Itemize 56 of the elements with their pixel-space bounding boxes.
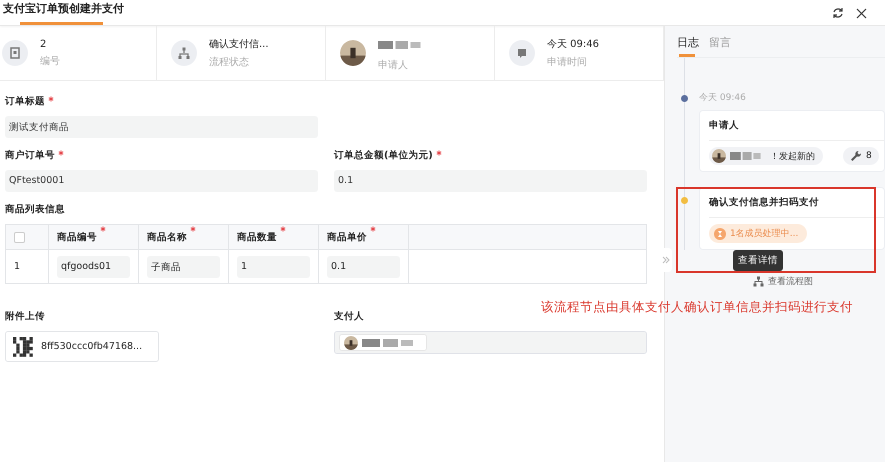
input-field[interactable]: 0.1 [334,170,647,192]
input-field[interactable] [334,331,647,354]
column-header: 商品单价 [327,230,367,244]
annotation-text: 该流程节点由具体支付人确认订单信息并扫码进行支付 [541,299,853,316]
close-icon [856,8,867,18]
field-label: 商户订单号 [5,149,55,162]
field-label: 附件上传 [5,310,45,323]
input-field[interactable]: 0.1 [327,256,400,278]
summary-value: 确认支付信... [209,38,269,51]
input-field[interactable]: qfgoods01 [57,256,130,278]
summary-label: 编号 [40,54,60,68]
window-title: 支付宝订单预创建并支付 [0,0,127,26]
status-text: 1名成员处理中... [730,228,798,240]
avatar-icon [344,336,358,350]
field-label: 订单总金额(单位为元) [334,149,433,162]
hierarchy-icon [171,40,197,66]
column-header: 商品编号 [57,230,97,244]
count-chip[interactable]: 8 [843,147,879,165]
file-name: 8ff530ccc0fb47168... [41,341,142,352]
user-chip[interactable]: ！发起新的 [709,147,823,165]
refresh-icon [832,7,844,19]
avatar-icon [712,149,726,163]
count-text: 8 [866,151,872,161]
row-number: 1 [14,261,20,272]
node-title: 确认支付信息并扫码支付 [709,196,884,218]
id-card-icon [2,40,28,66]
summary-value: 2 [40,38,48,50]
hierarchy-icon [753,276,764,287]
tooltip: 查看详情 [733,250,783,271]
checkbox[interactable] [14,232,25,242]
hourglass-icon [714,228,726,240]
summary-label: 申请人 [378,58,409,72]
column-header: 商品名称 [147,230,187,244]
action-text: ！发起新的 [770,150,815,162]
wrench-icon [850,150,862,162]
timestamp: 今天 09:46 [699,92,747,104]
field-label: 订单标题 [5,95,45,108]
node-title: 申请人 [709,119,884,141]
summary-label: 流程状态 [209,56,250,69]
field-label: 商品列表信息 [5,203,65,216]
double-chevron-icon [662,256,670,264]
qr-code-icon [13,336,33,356]
input-field[interactable]: 1 [237,256,310,278]
user-chip[interactable] [339,334,427,351]
input-field[interactable]: 测试支付商品 [5,116,318,138]
column-header: 商品数量 [237,230,277,244]
avatar-icon [340,40,366,66]
input-field[interactable]: QFtest0001 [5,170,318,192]
file-card[interactable]: 8ff530ccc0fb47168... [5,331,159,362]
field-label: 支付人 [334,310,364,323]
comment-icon [509,40,535,66]
summary-value: 今天 09:46 [547,38,599,51]
collapse-button[interactable] [660,248,672,272]
flow-chart-link[interactable]: 查看流程图 [753,275,885,288]
input-field[interactable]: 子商品 [147,256,220,278]
summary-label: 申请时间 [547,56,588,69]
